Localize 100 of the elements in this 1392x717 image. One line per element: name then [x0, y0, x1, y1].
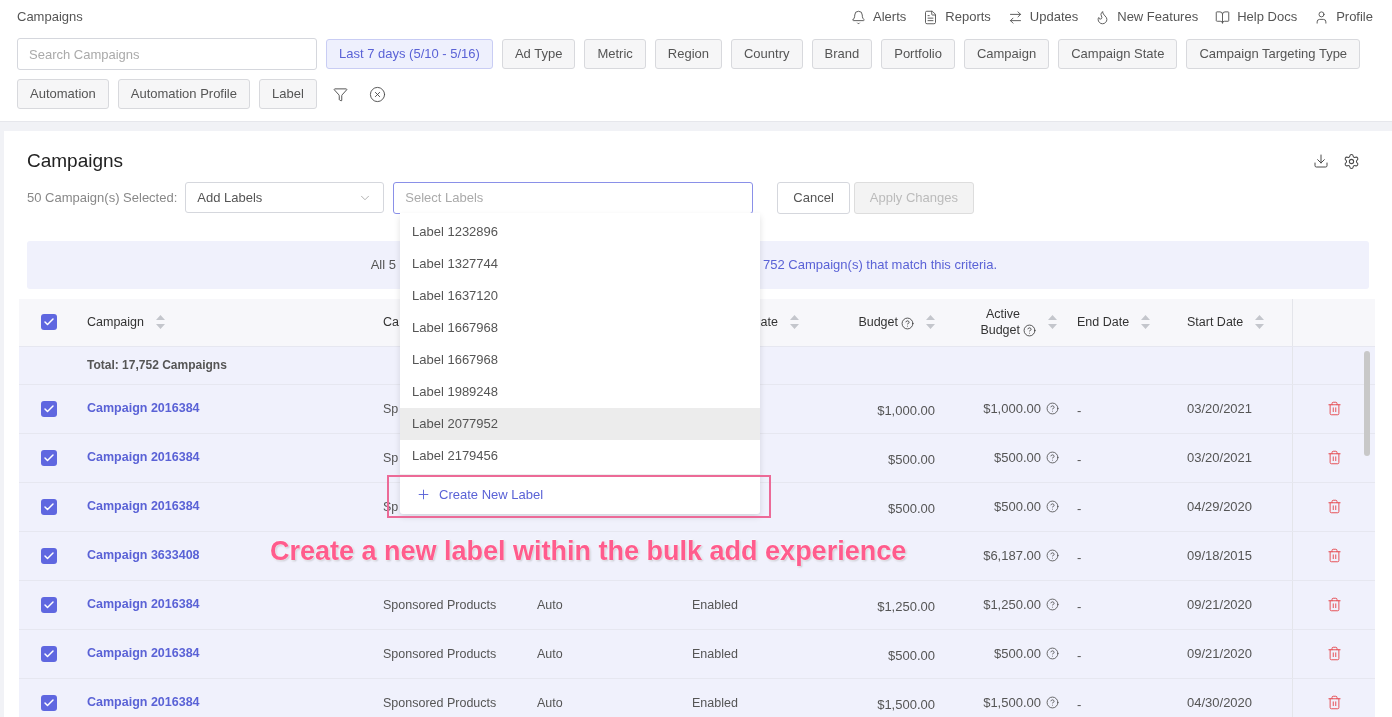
- download-icon[interactable]: [1313, 153, 1329, 170]
- campaign-link[interactable]: Campaign 2016384: [87, 497, 200, 516]
- check-icon: [43, 500, 55, 513]
- nav-link[interactable]: New Features: [1095, 7, 1199, 27]
- cancel-button[interactable]: Cancel: [777, 181, 850, 214]
- label-option[interactable]: Label 1327744: [400, 248, 760, 280]
- table-cell: -: [1077, 451, 1082, 467]
- table-cell-text: $1,500.00: [877, 695, 935, 714]
- label-option[interactable]: Label 1667968: [400, 312, 760, 344]
- table-cell: -: [1077, 647, 1082, 663]
- label-option[interactable]: Label 1637120: [400, 280, 760, 312]
- filter-chip[interactable]: Last 7 days (5/10 - 5/16): [326, 39, 493, 69]
- filter-chip[interactable]: Portfolio: [881, 39, 955, 69]
- label-option[interactable]: Label 2179456: [400, 440, 760, 472]
- table-cell-text: Sponsored Products: [383, 646, 497, 664]
- selection-count: 50 Campaign(s) Selected:: [27, 188, 178, 207]
- arrows-icon: [1007, 9, 1023, 25]
- help-icon[interactable]: [1046, 500, 1059, 513]
- annotation-caption: Create a new label within the bulk add experience: [270, 535, 907, 568]
- campaign-link[interactable]: Campaign 2016384: [87, 644, 200, 663]
- table-cell-text: $1,250.00: [877, 597, 935, 616]
- settings-icon[interactable]: [1343, 152, 1360, 170]
- filter-chip[interactable]: Automation Profile: [117, 79, 250, 109]
- help-icon[interactable]: [1046, 647, 1059, 660]
- table-cell-text: Enabled: [692, 695, 738, 713]
- campaign-link[interactable]: Campaign 3633408: [87, 546, 200, 565]
- filter-chip[interactable]: Campaign Targeting Type: [1186, 39, 1361, 69]
- check-icon: [43, 402, 55, 415]
- delete-icon[interactable]: [1326, 499, 1342, 514]
- filter-icon[interactable]: [332, 86, 348, 102]
- checkbox[interactable]: [41, 498, 57, 515]
- campaign-link[interactable]: Campaign 2016384: [87, 595, 200, 614]
- delete-icon[interactable]: [1326, 695, 1342, 710]
- scrollbar-thumb[interactable]: [1364, 350, 1370, 456]
- action-select[interactable]: Add Labels: [185, 182, 385, 213]
- table-cell: 09/18/2015: [1187, 547, 1253, 563]
- check-icon: [43, 647, 55, 660]
- panel-title: Campaigns: [27, 149, 124, 173]
- help-icon[interactable]: [1046, 402, 1059, 415]
- filter-chip[interactable]: Label: [259, 79, 317, 109]
- search-field[interactable]: Search Campaigns: [17, 38, 317, 70]
- total-count: Total: 17,752 Campaigns: [86, 357, 228, 374]
- table-cell: 09/21/2020: [1187, 645, 1253, 661]
- nav-link[interactable]: Help Docs: [1215, 7, 1298, 27]
- check-icon: [43, 696, 55, 709]
- help-icon[interactable]: [1046, 696, 1059, 709]
- table-cell-text: $1,250.00: [983, 595, 1041, 614]
- filter-chip[interactable]: Metric: [584, 39, 646, 69]
- column-header: Ca: [383, 313, 399, 331]
- nav-link[interactable]: Profile: [1314, 7, 1373, 27]
- delete-icon[interactable]: [1326, 450, 1342, 465]
- table-cell: -: [1077, 500, 1082, 516]
- table-cell-text: Sponsored Products: [383, 695, 497, 713]
- campaign-link[interactable]: Campaign 2016384: [87, 448, 200, 467]
- table-cell-text: Sp: [383, 401, 399, 419]
- checkbox[interactable]: [41, 314, 57, 330]
- filter-chip[interactable]: Automation: [17, 79, 109, 109]
- checkbox[interactable]: [41, 645, 57, 662]
- table-cell: 04/30/2020: [1187, 694, 1253, 710]
- help-icon[interactable]: [1046, 451, 1059, 464]
- checkbox[interactable]: [41, 449, 57, 466]
- filter-chip[interactable]: Campaign: [963, 39, 1050, 69]
- table-cell-text: Sponsored Products: [383, 597, 497, 615]
- create-label-button[interactable]: Create New Label: [400, 474, 760, 514]
- filter-chip[interactable]: Region: [654, 39, 722, 69]
- label-option[interactable]: Label 1667968: [400, 344, 760, 376]
- checkbox[interactable]: [41, 694, 57, 711]
- help-icon[interactable]: [1023, 324, 1036, 337]
- delete-icon[interactable]: [1326, 548, 1342, 563]
- table-cell: -: [1077, 696, 1082, 712]
- label-option[interactable]: Label 2077952: [400, 408, 760, 440]
- campaign-link[interactable]: Campaign 2016384: [87, 693, 200, 712]
- table-cell-text: Auto: [537, 646, 563, 664]
- banner-link[interactable]: 752 Campaign(s) that match this criteria.: [763, 254, 998, 275]
- table-cell: -: [1077, 549, 1082, 565]
- checkbox[interactable]: [41, 547, 57, 564]
- delete-icon[interactable]: [1326, 597, 1342, 612]
- filter-chip[interactable]: Country: [731, 39, 803, 69]
- table-cell: -: [1077, 402, 1082, 418]
- checkbox[interactable]: [41, 596, 57, 613]
- nav-link[interactable]: Reports: [923, 7, 991, 27]
- help-icon[interactable]: [1046, 598, 1059, 611]
- filter-chip[interactable]: Ad Type: [501, 39, 576, 69]
- label-option[interactable]: Label 1232896: [400, 216, 760, 248]
- filter-chip[interactable]: Brand: [811, 39, 873, 69]
- document-icon: [923, 9, 939, 25]
- checkbox[interactable]: [41, 400, 57, 417]
- nav-link[interactable]: Updates: [1007, 7, 1079, 27]
- clear-icon[interactable]: [368, 85, 386, 103]
- filter-chip[interactable]: Campaign State: [1058, 39, 1178, 69]
- delete-icon[interactable]: [1326, 401, 1342, 416]
- table-cell: -: [1077, 598, 1082, 614]
- table-cell-text: $500.00: [994, 644, 1041, 663]
- label-option[interactable]: Label 1989248: [400, 376, 760, 408]
- delete-icon[interactable]: [1326, 646, 1342, 661]
- help-icon[interactable]: [901, 317, 914, 331]
- nav-link[interactable]: Alerts: [851, 7, 907, 27]
- plus-icon: [416, 487, 431, 502]
- help-icon[interactable]: [1046, 549, 1059, 562]
- campaign-link[interactable]: Campaign 2016384: [87, 399, 200, 418]
